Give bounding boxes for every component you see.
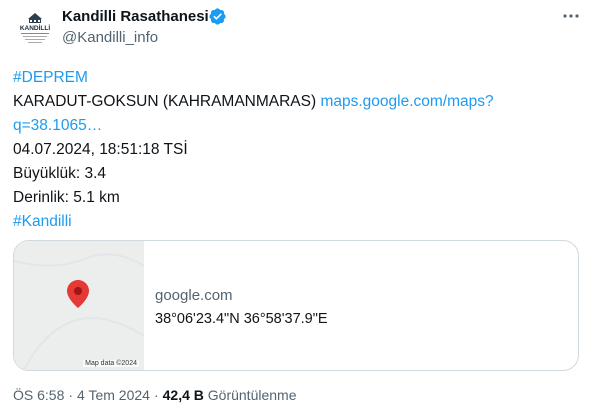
card-coordinates: 38°06'23.4"N 36°58'37.9"E — [155, 311, 328, 327]
logo-wordmark: KANDİLLİ — [20, 24, 51, 32]
tweet-metadata: ÖS 6:58 · 4 Tem 2024 · 42,4 B Görüntülenme — [13, 386, 296, 404]
hashtag-deprem[interactable]: #DEPREM — [13, 69, 88, 86]
maps-link-continued[interactable]: q=38.1065… — [13, 117, 102, 134]
card-domain: google.com — [155, 287, 233, 304]
more-options-button[interactable] — [559, 6, 583, 26]
map-thumbnail: Map data ©2024 — [14, 241, 144, 370]
magnitude-text: Büyüklük: 3.4 — [13, 165, 107, 182]
avatar[interactable]: KANDİLLİ — [15, 8, 55, 48]
more-options-icon — [563, 14, 579, 18]
tweet-text: #DEPREM KARADUT-GOKSUN (KAHRAMANMARAS) m… — [13, 66, 573, 234]
link-card[interactable]: Map data ©2024 google.com 38°06'23.4"N 3… — [13, 240, 579, 371]
map-pin-icon — [67, 280, 89, 308]
location-text: KARADUT-GOKSUN (KAHRAMANMARAS) — [13, 93, 321, 110]
post-date[interactable]: 4 Tem 2024 — [77, 387, 150, 403]
datetime-text: 04.07.2024, 18:51:18 TSİ — [13, 141, 188, 158]
views-label: Görüntülenme — [207, 387, 297, 403]
post-time[interactable]: ÖS 6:58 — [13, 387, 64, 403]
verified-badge-icon — [209, 8, 226, 25]
tweet: KANDİLLİ Kandilli Rasathanesi @Kandilli_… — [0, 0, 597, 412]
depth-text: Derinlik: 5.1 km — [13, 189, 120, 206]
maps-link[interactable]: maps.google.com/maps? — [320, 93, 493, 110]
map-attribution: Map data ©2024 — [83, 360, 139, 367]
user-handle[interactable]: @Kandilli_info — [62, 29, 158, 47]
kandilli-logo: KANDİLLİ — [20, 13, 51, 43]
meta-separator-2: · — [153, 387, 159, 403]
meta-separator: · — [68, 387, 74, 403]
hashtag-kandilli[interactable]: #Kandilli — [13, 213, 72, 230]
views-count: 42,4 B — [162, 387, 204, 403]
display-name[interactable]: Kandilli Rasathanesi — [62, 8, 209, 26]
